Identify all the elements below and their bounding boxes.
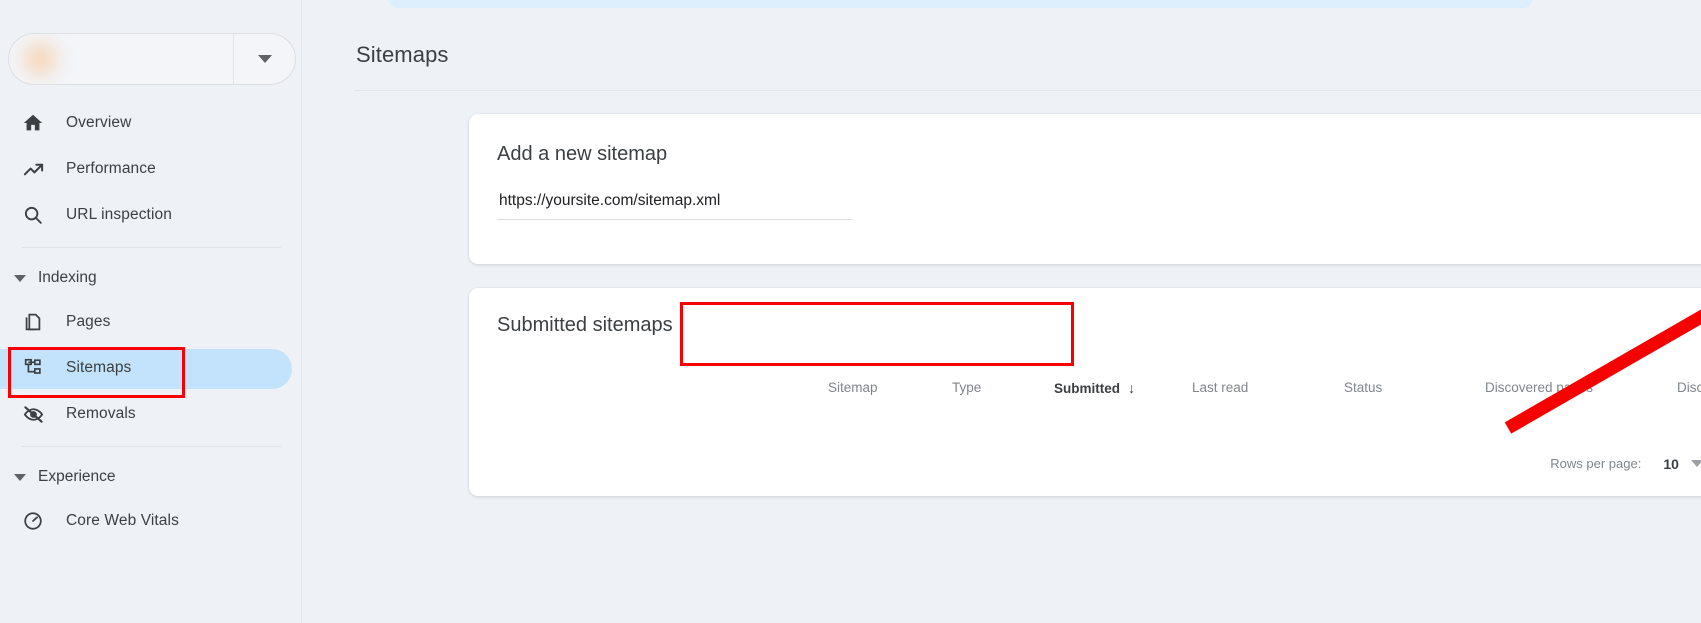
title-divider	[354, 90, 1701, 91]
column-header-sitemap[interactable]: Sitemap	[828, 380, 878, 395]
submitted-sitemaps-card: Submitted sitemaps Sitemap Type Submitte…	[469, 288, 1701, 496]
search-console-app: Overview Performance URL inspection Inde…	[0, 0, 1701, 623]
sidebar-item-label: Pages	[66, 313, 111, 330]
rows-per-page-label: Rows per page:	[1550, 456, 1642, 471]
pagination: Rows per page: 10 0-0 of 0 ‹ ›	[1550, 453, 1701, 474]
sidebar-nav: Overview Performance URL inspection Inde…	[0, 100, 301, 544]
chevron-down-icon	[257, 55, 272, 63]
sitemaps-table-header: Sitemap Type Submitted ↓ Last read Status…	[469, 380, 1701, 422]
column-header-submitted[interactable]: Submitted ↓	[1054, 380, 1135, 396]
property-dropdown-button[interactable]	[233, 34, 295, 84]
sidebar-item-core-web-vitals[interactable]: Core Web Vitals	[0, 498, 301, 544]
sidebar-item-performance[interactable]: Performance	[0, 146, 301, 192]
column-header-discovered-videos[interactable]: Discovered videos	[1677, 380, 1701, 395]
pages-copy-icon	[20, 309, 46, 335]
sidebar-divider	[22, 247, 281, 248]
sidebar-group-experience[interactable]: Experience	[0, 456, 301, 498]
speedometer-icon	[20, 508, 46, 534]
arrow-down-icon: ↓	[1128, 380, 1135, 396]
column-header-type[interactable]: Type	[952, 380, 981, 395]
sitemap-url-input[interactable]	[497, 192, 852, 220]
caret-down-icon	[14, 473, 26, 481]
column-header-last-read[interactable]: Last read	[1192, 380, 1248, 395]
main-content: Sitemaps Add a new sitemap SUBMIT Submit…	[302, 0, 1701, 623]
trending-up-icon	[20, 156, 46, 182]
sidebar-item-sitemaps[interactable]: Sitemaps	[0, 345, 301, 391]
sidebar-group-label: Experience	[38, 468, 116, 485]
column-header-discovered-pages[interactable]: Discovered pages	[1485, 380, 1593, 395]
search-icon	[20, 202, 46, 228]
sidebar-item-label: Performance	[66, 160, 156, 177]
sidebar-item-label: Overview	[66, 114, 132, 131]
sitemap-input-wrapper	[497, 192, 852, 220]
sidebar: Overview Performance URL inspection Inde…	[0, 0, 302, 623]
rows-per-page-value[interactable]: 10	[1663, 456, 1679, 472]
sidebar-divider	[22, 446, 281, 447]
column-header-status[interactable]: Status	[1344, 380, 1382, 395]
property-name-label	[69, 51, 162, 68]
top-banner	[388, 0, 1533, 8]
property-selector[interactable]	[8, 33, 296, 85]
sidebar-item-overview[interactable]: Overview	[0, 100, 301, 146]
caret-down-icon	[14, 274, 26, 282]
add-sitemap-title: Add a new sitemap	[497, 143, 668, 165]
sitemap-tree-icon	[20, 355, 46, 381]
sidebar-group-indexing[interactable]: Indexing	[0, 257, 301, 299]
sidebar-item-pages[interactable]: Pages	[0, 299, 301, 345]
sidebar-item-url-inspection[interactable]: URL inspection	[0, 192, 301, 238]
eye-off-icon	[20, 401, 46, 427]
sidebar-item-label: Removals	[66, 405, 136, 422]
sidebar-item-removals[interactable]: Removals	[0, 391, 301, 437]
sidebar-item-label: Core Web Vitals	[66, 512, 179, 529]
home-icon	[20, 110, 46, 136]
sidebar-item-label: URL inspection	[66, 206, 172, 223]
submitted-sitemaps-title: Submitted sitemaps	[497, 314, 673, 336]
caret-down-icon[interactable]	[1690, 460, 1701, 467]
add-sitemap-card: Add a new sitemap SUBMIT	[469, 114, 1701, 264]
page-title: Sitemaps	[356, 42, 449, 67]
column-header-submitted-label: Submitted	[1054, 381, 1120, 396]
property-avatar	[23, 42, 57, 76]
sidebar-item-label: Sitemaps	[66, 359, 132, 376]
property-selector-value[interactable]	[9, 34, 233, 84]
sidebar-group-label: Indexing	[38, 269, 97, 286]
